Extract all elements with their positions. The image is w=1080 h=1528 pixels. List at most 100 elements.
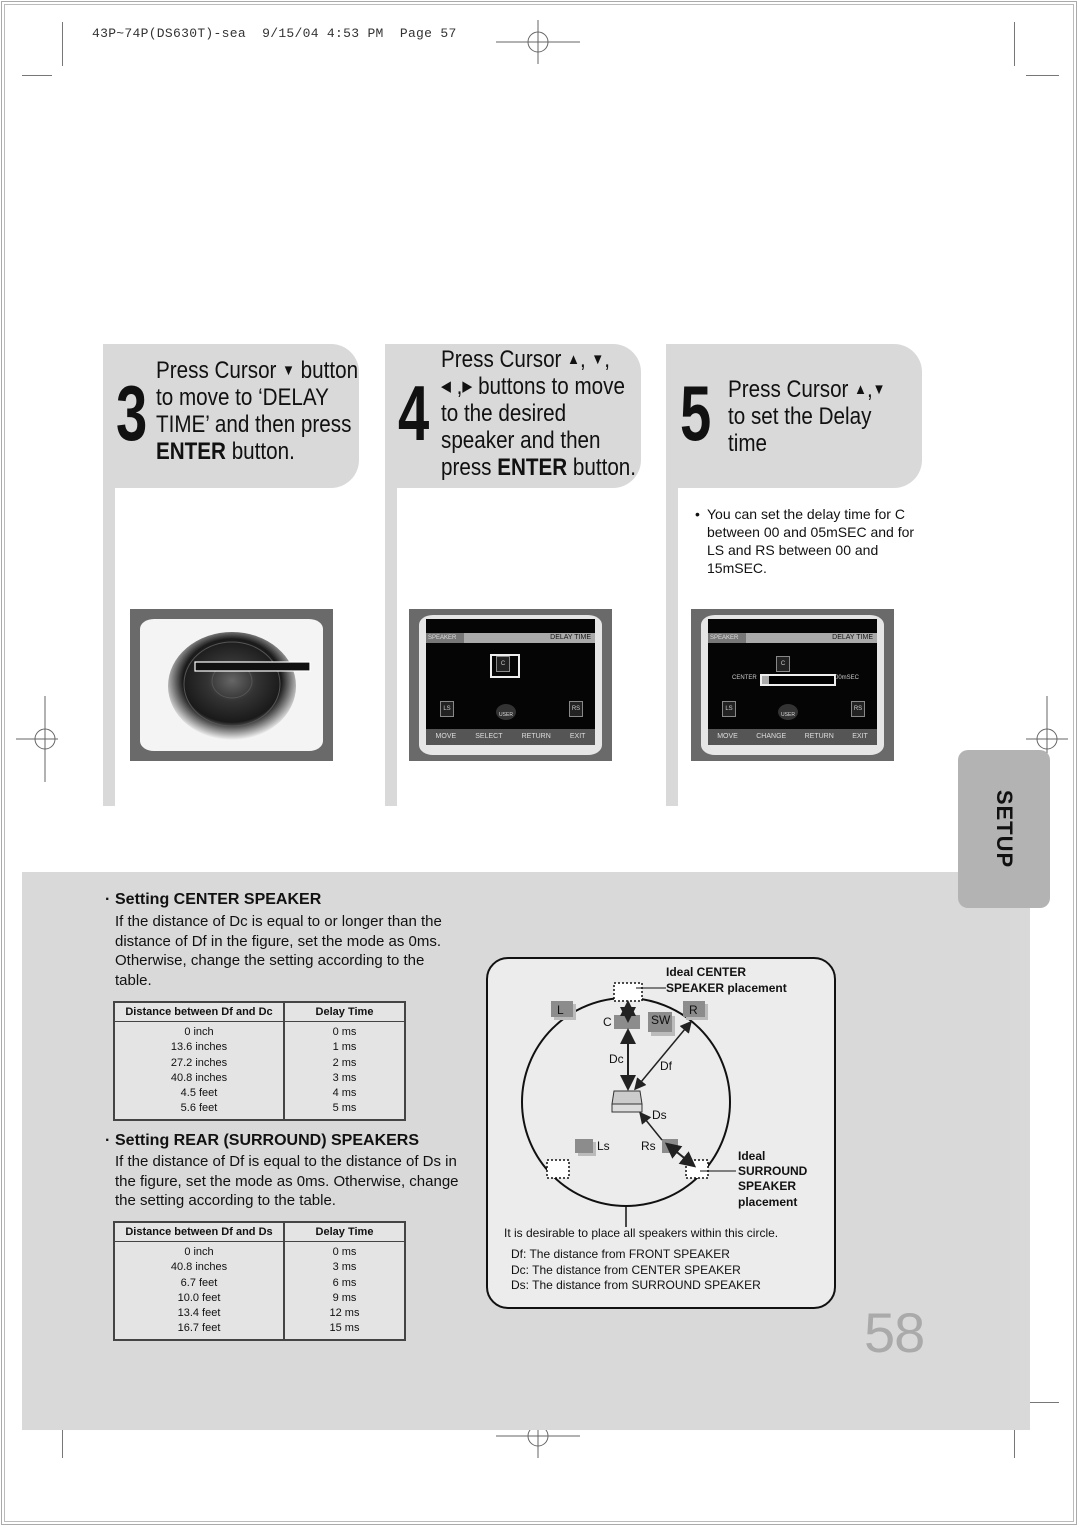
registration-mark-top (496, 20, 580, 64)
rear-section-title-text: Setting REAR (SURROUND) SPEAKERS (115, 1132, 420, 1149)
center-section-title: · Setting CENTER SPEAKER (105, 891, 321, 909)
step-4-instruction: Press Cursor ▲, ▼, ◀ ,▶ buttons to move to… (441, 346, 636, 481)
setup-tab-label: SETUP (991, 789, 1017, 869)
setup-tab-label-wrap: SETUP (958, 750, 1050, 908)
instruction-line: ◀ ,▶ buttons to move (441, 373, 636, 400)
up-triangle-icon: ▲ (567, 351, 580, 368)
step-number: 4 (398, 369, 430, 457)
step-number: 5 (680, 369, 712, 457)
rear-section-body: If the distance of Df is equal to the di… (115, 1153, 459, 1210)
legend-dc: Dc: The distance from CENTER SPEAKER (511, 1263, 741, 1277)
instruction-text: , (579, 346, 592, 373)
osd-header-right: DELAY TIME (832, 634, 873, 641)
front-right-label: R (689, 1003, 698, 1017)
button-name: ENTER (156, 438, 226, 465)
distance-cell: 4.5 feet (180, 1087, 218, 1100)
instruction-text: press (441, 454, 498, 481)
osd-footer: MOVE CHANGE RETURN EXIT (708, 729, 877, 745)
table-row: 0 inch 0 ms (114, 1021, 405, 1041)
step-5-instruction: Press Cursor ▲,▼ to set the Delay time (728, 376, 885, 457)
legend-ds: Ds: The distance from SURROUND SPEAKER (511, 1278, 761, 1292)
delay-cell: 15 ms (283, 1321, 405, 1340)
bullet-dot: · (105, 1132, 111, 1149)
instruction-text: button (294, 357, 359, 384)
delay-cell: 12 ms (283, 1306, 405, 1322)
osd-footer-item: CHANGE (756, 733, 787, 740)
delay-cell: 4 ms (283, 1086, 405, 1102)
distance-cell: 10.0 feet (177, 1291, 221, 1304)
distance-cell: 40.8 inches (170, 1071, 228, 1084)
circle-note: It is desirable to place all speakers wi… (504, 1226, 779, 1240)
front-left-label: L (557, 1003, 564, 1017)
instruction-text: button. (567, 454, 637, 481)
table-row: 0 inch 0 ms (114, 1241, 405, 1261)
distance-cell: 27.2 inches (170, 1056, 228, 1069)
rs-arrow (664, 1142, 697, 1168)
page-number: 58 (864, 1301, 925, 1364)
distance-cell: 16.7 feet (177, 1322, 221, 1335)
step-number: 3 (116, 369, 148, 457)
up-triangle-icon: ▲ (854, 381, 867, 398)
table-row: 5.6 feet 5 ms (114, 1101, 405, 1120)
osd-footer-item: SELECT (475, 733, 503, 740)
delay-cell: 5 ms (283, 1101, 405, 1120)
instruction-text: time (728, 430, 767, 457)
table-row: 40.8 inches 3 ms (114, 1260, 405, 1276)
rear-section-title: · Setting REAR (SURROUND) SPEAKERS (105, 1132, 420, 1150)
ideal-center-label-1: Ideal CENTER (666, 965, 747, 979)
instruction-text: , (450, 373, 463, 400)
listener-seat-base (611, 1103, 643, 1113)
delay-cell: 3 ms (283, 1070, 405, 1087)
ds-label: Ds (652, 1108, 667, 1122)
osd-center-speaker-icon: C (776, 656, 790, 672)
distance-cell: 0 inch (184, 1246, 214, 1258)
osd-slider-label: CENTER (732, 675, 757, 681)
instruction-text: TIME’ and then press (156, 411, 352, 438)
distance-cell: 6.7 feet (180, 1276, 218, 1289)
bullet-dot: • (695, 506, 700, 522)
osd-menu: SPEAKER DELAY TIME C CENTER 00mSEC LS RS… (708, 619, 877, 745)
crop-mark (62, 22, 63, 66)
instruction-text: , (604, 346, 610, 373)
step-3-instruction: Press Cursor ▼ button to move to ‘DELAY TI… (156, 357, 358, 465)
table-header: Distance between Df and Dc (114, 1002, 284, 1022)
instruction-line: Press Cursor ▼ button (156, 357, 358, 384)
instruction-text: button. (225, 438, 295, 465)
osd-footer-item: EXIT (852, 733, 868, 740)
crop-mark (1026, 75, 1059, 76)
osd-footer-item: RETURN (521, 733, 551, 740)
instruction-line: to the desired (441, 400, 636, 427)
distance-cell: 5.6 feet (180, 1102, 218, 1115)
osd-footer: MOVE SELECT RETURN EXIT (426, 729, 595, 745)
delay-cell: 6 ms (283, 1275, 405, 1291)
instruction-line: TIME’ and then press (156, 411, 358, 438)
instruction-text: Press Cursor (728, 376, 855, 403)
osd-slider-value: 00mSEC (835, 675, 860, 681)
delay-cell: 0 ms (283, 1021, 405, 1041)
print-slug: 43P~74P(DS630T)-sea 9/15/04 4:53 PM Page… (92, 26, 457, 41)
osd-footer-item: RETURN (804, 733, 834, 740)
table-row: 27.2 inches 2 ms (114, 1055, 405, 1071)
center-delay-table: Distance between Df and Dc Delay Time 0 … (113, 1001, 406, 1121)
delay-cell: 0 ms (283, 1241, 405, 1261)
instruction-text: to set the Delay (728, 403, 872, 430)
df-label: Df (660, 1059, 672, 1073)
instruction-line: Press Cursor ▲, ▼, (441, 346, 636, 373)
osd-right-surround-icon: RS (851, 701, 865, 717)
distance-cell: 40.8 inches (170, 1261, 228, 1274)
distance-cell: 13.4 feet (177, 1307, 221, 1320)
table-row: 16.7 feet 15 ms (114, 1321, 405, 1340)
dc-label: Dc (609, 1052, 624, 1066)
center-section-body: If the distance of Dc is equal to or lon… (115, 913, 442, 989)
subwoofer-label: SW (651, 1013, 671, 1027)
osd-footer-item: MOVE (435, 733, 457, 740)
osd-menu: SPEAKER DELAY TIME C LS RS USER MOVE SEL… (426, 619, 595, 745)
rear-delay-table: Distance between Df and Ds Delay Time 0 … (113, 1221, 406, 1341)
osd-center-speaker-icon: C (496, 656, 510, 672)
table-row: 13.4 feet 12 ms (114, 1306, 405, 1322)
distance-cell: 13.6 inches (170, 1041, 228, 1054)
table-header: Delay Time (283, 1222, 405, 1242)
delay-cell: 2 ms (283, 1055, 405, 1071)
down-triangle-icon: ▼ (872, 381, 886, 398)
button-name: ENTER (497, 454, 568, 481)
